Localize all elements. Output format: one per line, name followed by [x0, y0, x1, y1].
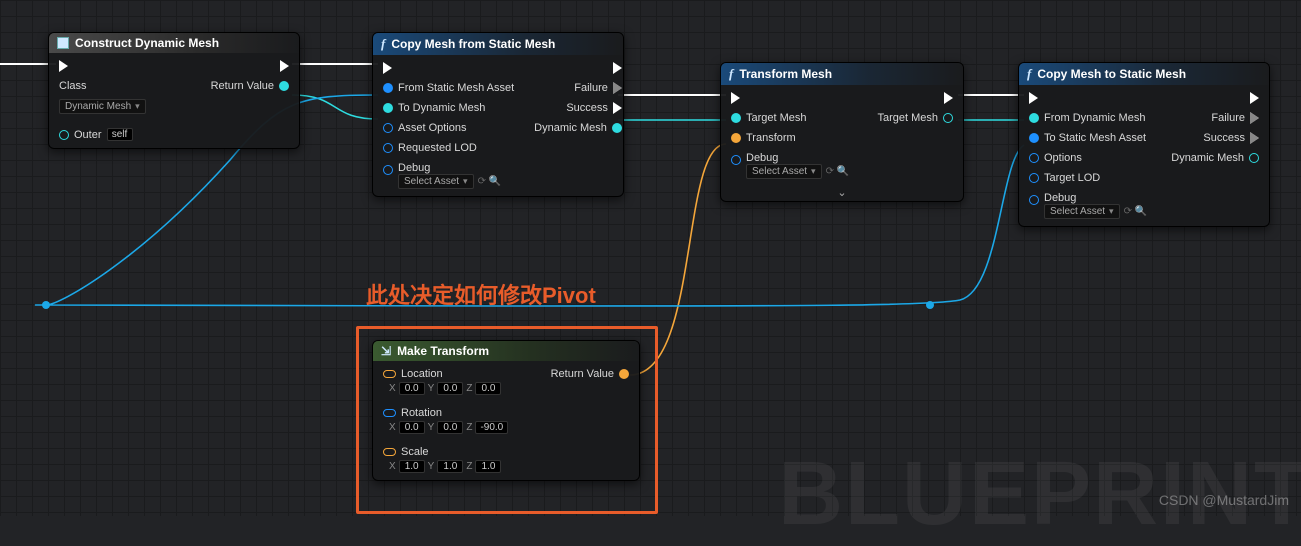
scale-pin[interactable]: Scale X1.0 Y1.0 Z1.0 — [373, 445, 511, 474]
function-icon: f — [381, 36, 385, 52]
data-pin-icon — [731, 133, 741, 143]
data-pin-icon — [619, 369, 629, 379]
node-header: Construct Dynamic Mesh — [49, 33, 299, 53]
to-dyn-pin[interactable]: To Dynamic Mesh — [373, 101, 495, 115]
data-pin-icon — [1029, 153, 1039, 163]
rotation-pin[interactable]: Rotation X0.0 Y0.0 Z-90.0 — [373, 406, 518, 435]
data-pin-icon — [731, 113, 741, 123]
exec-out-pin[interactable] — [934, 91, 963, 105]
node-make-transform[interactable]: ⇲ Make Transform Location X0.0 Y0.0 Z0.0… — [372, 340, 640, 481]
success-pin[interactable]: Success — [556, 101, 624, 115]
asset-options-pin[interactable]: Asset Options — [373, 121, 476, 135]
debug-pin[interactable]: Debug Select Asset ⟳ 🔍 — [1019, 191, 1157, 220]
class-dropdown[interactable]: Dynamic Mesh — [49, 99, 156, 115]
data-pin-icon — [383, 83, 393, 93]
asset-extra-icons[interactable]: ⟳ 🔍 — [478, 176, 502, 187]
transform-in-pin[interactable]: Transform — [721, 131, 806, 145]
debug-dropdown[interactable]: Select Asset — [398, 174, 474, 189]
data-pin-icon — [612, 123, 622, 133]
rot-z-input[interactable]: -90.0 — [475, 421, 508, 434]
targetmesh-out-pin[interactable]: Target Mesh — [867, 111, 963, 125]
exec-out-pin[interactable] — [1240, 91, 1269, 105]
node-copy-to-static-mesh[interactable]: f Copy Mesh to Static Mesh From Dynamic … — [1018, 62, 1270, 227]
targetmesh-in-pin[interactable]: Target Mesh — [721, 111, 817, 125]
location-pin[interactable]: Location X0.0 Y0.0 Z0.0 — [373, 367, 511, 396]
success-pin[interactable]: Success — [1193, 131, 1269, 145]
debug-dropdown[interactable]: Select Asset — [1044, 204, 1120, 219]
exec-in-pin[interactable] — [373, 61, 402, 75]
node-construct-dynamic-mesh[interactable]: Construct Dynamic Mesh Class Dynamic Mes… — [48, 32, 300, 149]
watermark-csdn: CSDN @MustardJim — [1159, 492, 1289, 508]
node-title: Make Transform — [397, 344, 489, 358]
data-pin-icon — [1029, 133, 1039, 143]
data-pin-icon — [383, 103, 393, 113]
node-title: Construct Dynamic Mesh — [75, 36, 219, 50]
exec-out-pin[interactable] — [270, 59, 299, 73]
from-dyn-pin[interactable]: From Dynamic Mesh — [1019, 111, 1155, 125]
debug-pin[interactable]: Debug Select Asset ⟳ 🔍 — [721, 151, 859, 180]
object-pin-icon — [59, 130, 69, 140]
asset-extra-icons[interactable]: ⟳ 🔍 — [1124, 206, 1148, 217]
target-lod-pin[interactable]: Target LOD — [1019, 171, 1110, 185]
exec-in-pin[interactable] — [721, 91, 750, 105]
annotation-text: 此处决定如何修改Pivot — [366, 278, 596, 310]
return-pin[interactable]: Return Value — [201, 79, 299, 93]
debug-pin[interactable]: Debug Select Asset ⟳ 🔍 — [373, 161, 511, 190]
data-pin-icon — [1029, 173, 1039, 183]
vector-pin-icon — [383, 448, 396, 456]
node-header: f Copy Mesh from Static Mesh — [373, 33, 623, 55]
vector-pin-icon — [383, 370, 396, 378]
rotator-pin-icon — [383, 409, 396, 417]
exec-out-pin[interactable] — [603, 61, 624, 75]
scl-y-input[interactable]: 1.0 — [437, 460, 463, 473]
construct-icon — [57, 37, 69, 49]
from-static-pin[interactable]: From Static Mesh Asset — [373, 81, 524, 95]
data-pin-icon — [383, 123, 393, 133]
requested-lod-pin[interactable]: Requested LOD — [373, 141, 487, 155]
outer-pin[interactable]: Outer self — [49, 127, 143, 142]
node-copy-from-static-mesh[interactable]: f Copy Mesh from Static Mesh From Static… — [372, 32, 624, 197]
data-pin-icon — [1029, 113, 1039, 123]
data-pin-icon — [279, 81, 289, 91]
data-pin-icon — [383, 165, 393, 175]
node-title: Copy Mesh to Static Mesh — [1037, 67, 1186, 81]
failure-pin[interactable]: Failure — [564, 81, 624, 95]
exec-in-pin[interactable] — [1019, 91, 1048, 105]
data-pin-icon — [731, 155, 741, 165]
data-pin-icon — [383, 143, 393, 153]
expand-icon[interactable]: ⌄ — [721, 186, 963, 201]
return-pin[interactable]: Return Value — [541, 367, 639, 381]
loc-y-input[interactable]: 0.0 — [437, 382, 463, 395]
data-pin-icon — [943, 113, 953, 123]
node-header: f Copy Mesh to Static Mesh — [1019, 63, 1269, 85]
node-header: f Transform Mesh — [721, 63, 963, 85]
rot-y-input[interactable]: 0.0 — [437, 421, 463, 434]
function-icon: f — [1027, 66, 1031, 82]
scl-x-input[interactable]: 1.0 — [399, 460, 425, 473]
asset-extra-icons[interactable]: ⟳ 🔍 — [826, 166, 850, 177]
node-title: Copy Mesh from Static Mesh — [391, 37, 555, 51]
scl-z-input[interactable]: 1.0 — [475, 460, 501, 473]
to-static-pin[interactable]: To Static Mesh Asset — [1019, 131, 1156, 145]
function-icon: f — [729, 66, 733, 82]
rot-x-input[interactable]: 0.0 — [399, 421, 425, 434]
dynmesh-out-pin[interactable]: Dynamic Mesh — [524, 121, 624, 135]
exec-in-pin[interactable] — [49, 59, 78, 73]
data-pin-icon — [1029, 195, 1039, 205]
failure-pin[interactable]: Failure — [1201, 111, 1269, 125]
node-header: ⇲ Make Transform — [373, 341, 639, 361]
loc-z-input[interactable]: 0.0 — [475, 382, 501, 395]
options-pin[interactable]: Options — [1019, 151, 1092, 165]
debug-dropdown[interactable]: Select Asset — [746, 164, 822, 179]
node-title: Transform Mesh — [739, 67, 832, 81]
loc-x-input[interactable]: 0.0 — [399, 382, 425, 395]
class-pin[interactable]: Class — [49, 79, 97, 93]
node-transform-mesh[interactable]: f Transform Mesh Target Mesh Transform D… — [720, 62, 964, 202]
make-icon: ⇲ — [381, 344, 391, 358]
dynmesh-out-pin[interactable]: Dynamic Mesh — [1161, 151, 1269, 165]
data-pin-icon — [1249, 153, 1259, 163]
